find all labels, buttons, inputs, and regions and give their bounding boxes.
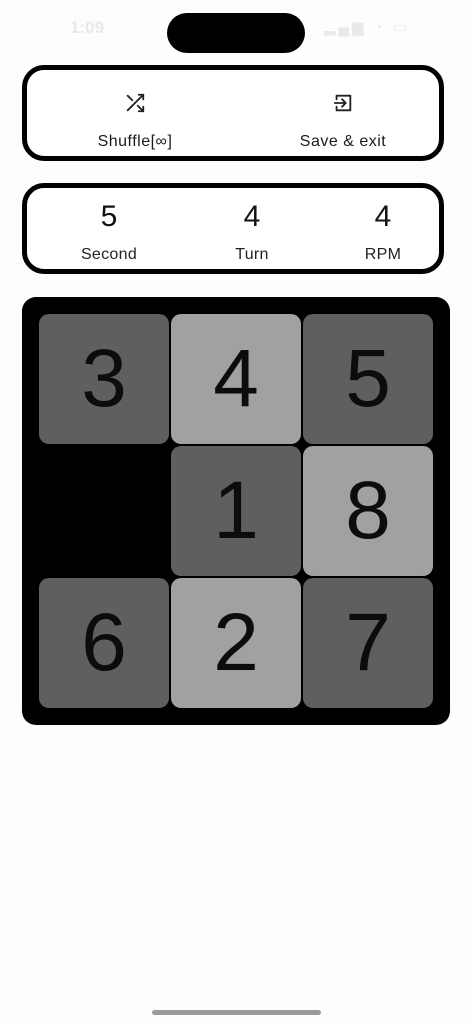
puzzle-tile[interactable]: 6	[39, 578, 169, 708]
stat-value: 5	[100, 200, 118, 233]
stat-value: 4	[243, 200, 261, 233]
status-bar: 1:09 ▂▄▆ ◔ ▭	[0, 0, 472, 60]
stat-label: Turn	[235, 246, 269, 263]
puzzle-tile[interactable]: 2	[171, 578, 301, 708]
actions-card: Shuffle[∞] Save & exit	[22, 65, 444, 161]
stat-value: 4	[374, 200, 392, 233]
home-indicator[interactable]	[152, 1010, 321, 1015]
puzzle-board: 34518 627	[22, 297, 450, 725]
puzzle-screen: 1:09 ▂▄▆ ◔ ▭ Shuffle[∞] Save & exit 5 Se…	[0, 0, 472, 1024]
puzzle-tile[interactable]: 4	[171, 314, 301, 444]
status-icons: ▂▄▆ ◔ ▭	[323, 19, 410, 36]
puzzle-tile[interactable]: 8	[303, 446, 433, 576]
stats-card: 5 Second 4 Turn 4 RPM	[22, 183, 444, 274]
exit-icon	[333, 94, 352, 112]
shuffle-label: Shuffle[∞]	[97, 133, 173, 150]
save-exit-button[interactable]: Save & exit	[253, 70, 433, 156]
shuffle-icon	[126, 93, 145, 113]
puzzle-tile[interactable]: 7	[303, 578, 433, 708]
stat-label: RPM	[364, 246, 402, 263]
puzzle-tile[interactable]: 3	[39, 314, 169, 444]
shuffle-button[interactable]: Shuffle[∞]	[45, 70, 225, 156]
dynamic-island	[167, 13, 305, 53]
save-exit-label: Save & exit	[299, 133, 387, 150]
puzzle-tile[interactable]: 5	[303, 314, 433, 444]
puzzle-tile[interactable]: 1	[171, 446, 301, 576]
status-time: 1:09	[70, 18, 105, 37]
stat-label: Second	[80, 246, 138, 263]
